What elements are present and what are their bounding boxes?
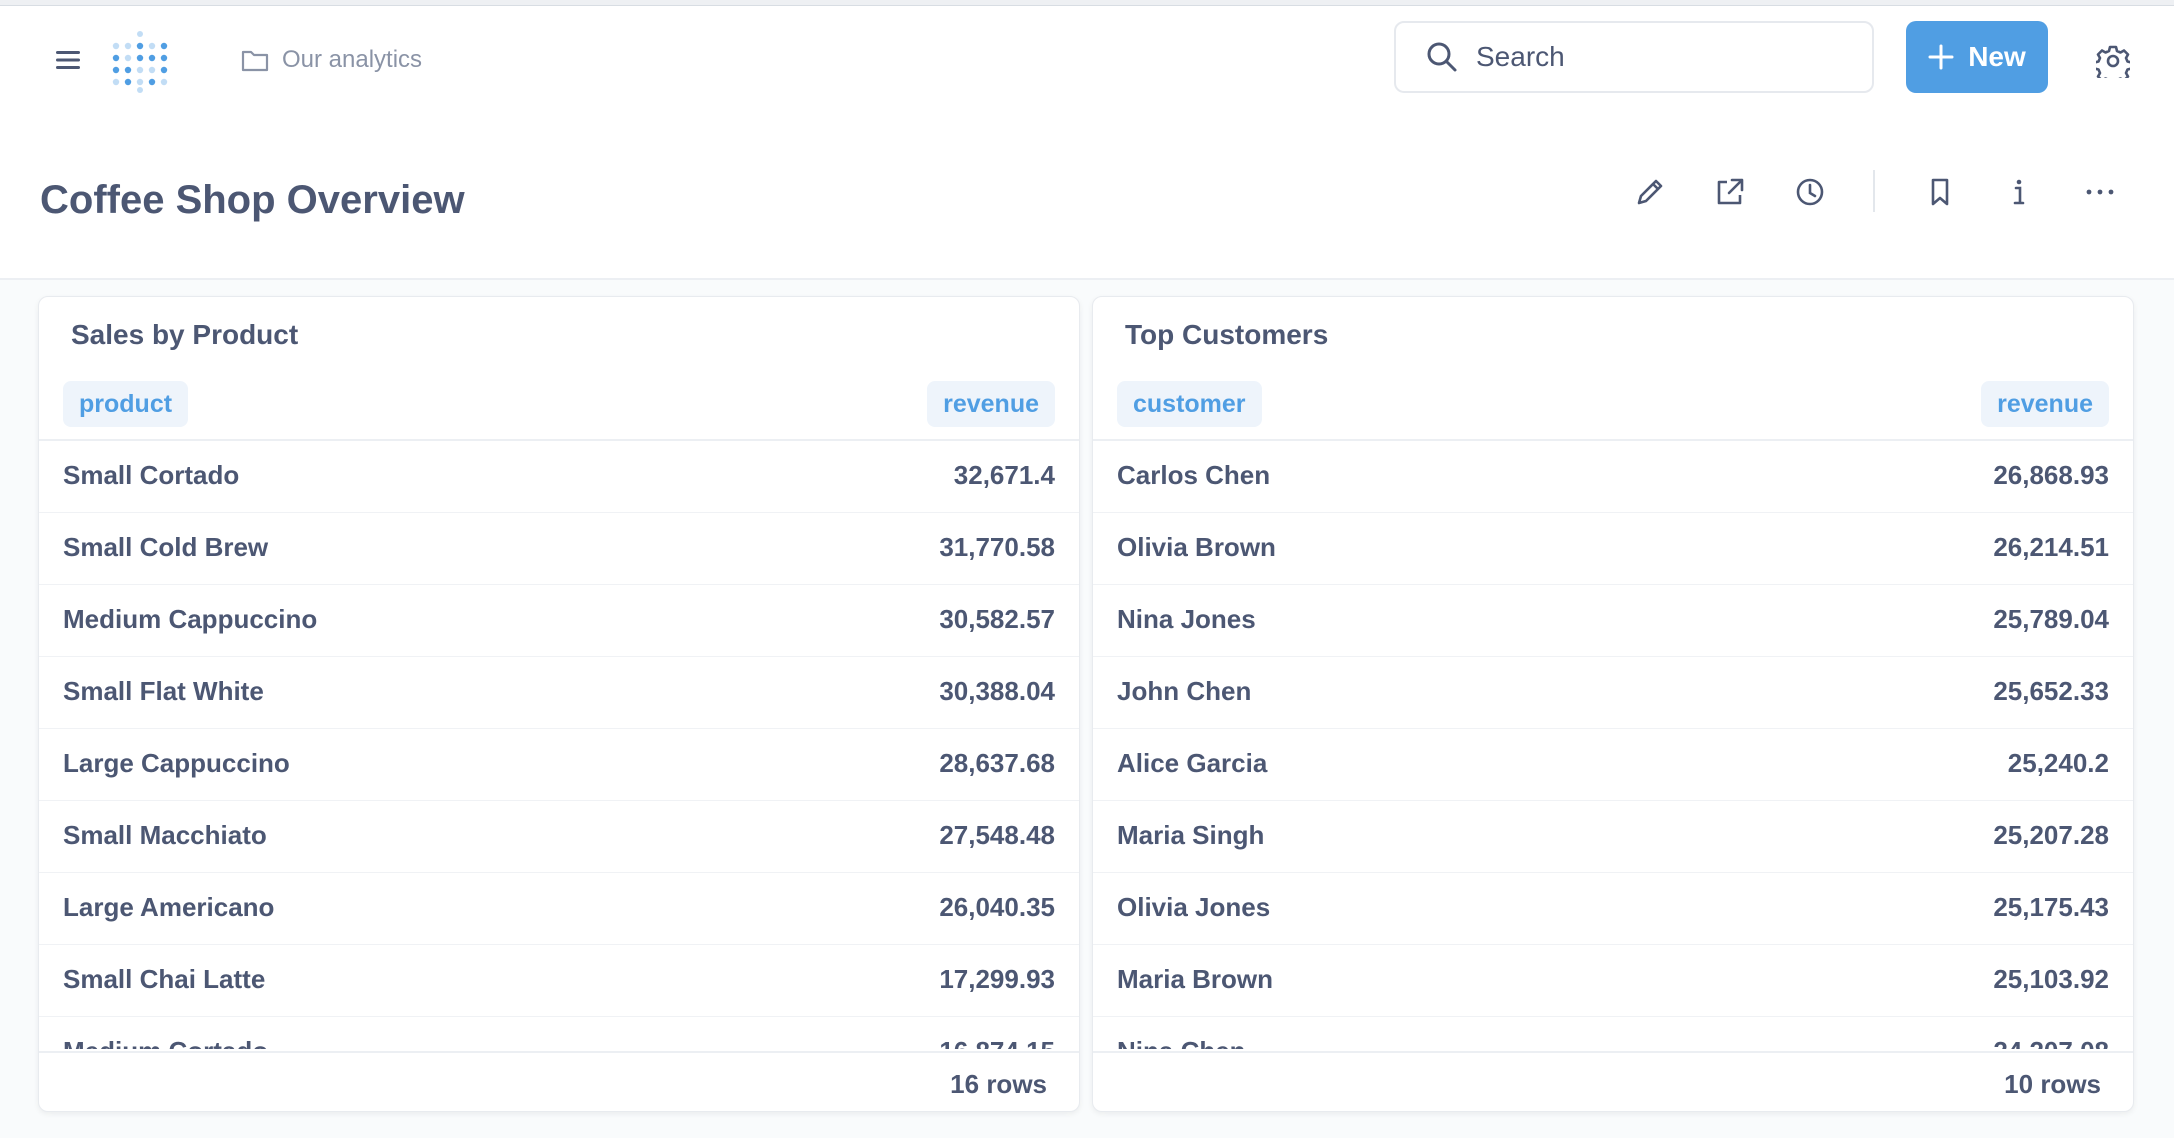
- table-row[interactable]: Small Flat White 30,388.04: [39, 657, 1079, 729]
- row-count: 16 rows: [950, 1069, 1047, 1099]
- new-button-label: New: [1968, 41, 2026, 72]
- cell-revenue: 25,652.33: [1993, 676, 2109, 706]
- cell-revenue: 31,770.58: [939, 532, 1055, 562]
- cell-customer: Carlos Chen: [1117, 460, 1271, 490]
- new-button[interactable]: New: [1906, 21, 2048, 93]
- table-row[interactable]: Large Cappuccino 28,637.68: [39, 729, 1079, 801]
- pencil-icon[interactable]: [1632, 174, 1668, 210]
- table-row[interactable]: Olivia Brown 26,214.51: [1093, 513, 2133, 585]
- cell-product: Large Americano: [63, 892, 275, 922]
- cell-revenue: 25,175.43: [1993, 892, 2109, 922]
- cell-revenue: 24,207.08: [1993, 1036, 2109, 1049]
- info-icon[interactable]: [2001, 174, 2037, 210]
- cell-revenue: 25,789.04: [1993, 604, 2109, 634]
- cell-customer: Alice Garcia: [1117, 748, 1268, 778]
- cell-revenue: 25,240.2: [2007, 748, 2109, 778]
- table-row[interactable]: Small Cold Brew 31,770.58: [39, 513, 1079, 585]
- table-row[interactable]: Small Cortado 32,671.4: [39, 441, 1079, 513]
- column-header-customer[interactable]: customer: [1117, 381, 1262, 427]
- breadcrumb[interactable]: Our analytics: [240, 42, 422, 78]
- card-title: Top Customers: [1125, 319, 1329, 350]
- folder-icon: [241, 50, 269, 72]
- table-row[interactable]: Nina Chen 24,207.08: [1093, 1017, 2133, 1049]
- gear-icon[interactable]: [2096, 44, 2130, 78]
- search-icon: [1427, 42, 1457, 72]
- cell-customer: Olivia Brown: [1117, 532, 1276, 562]
- table-row[interactable]: Maria Singh 25,207.28: [1093, 801, 2133, 873]
- hamburger-menu-icon[interactable]: [54, 46, 82, 74]
- cell-revenue: 30,388.04: [939, 676, 1055, 706]
- cell-revenue: 32,671.4: [953, 460, 1055, 490]
- footer-divider: [1093, 1051, 2133, 1053]
- header-divider: [1873, 170, 1875, 212]
- cell-revenue: 30,582.57: [939, 604, 1055, 634]
- clock-icon[interactable]: [1792, 174, 1828, 210]
- column-header-revenue[interactable]: revenue: [1981, 381, 2109, 427]
- table-row[interactable]: Nina Jones 25,789.04: [1093, 585, 2133, 657]
- footer-divider: [39, 1051, 1079, 1053]
- column-header-revenue[interactable]: revenue: [927, 381, 1055, 427]
- cell-customer: Olivia Jones: [1117, 892, 1271, 922]
- table-row[interactable]: Large Americano 26,040.35: [39, 873, 1079, 945]
- cell-product: Medium Cappuccino: [63, 604, 318, 634]
- cell-revenue: 26,214.51: [1993, 532, 2109, 562]
- table-row[interactable]: Olivia Jones 25,175.43: [1093, 873, 2133, 945]
- search-placeholder: Search: [1476, 41, 1565, 72]
- top-customers-card: Top Customers customer revenue Carlos Ch…: [1092, 296, 2134, 1112]
- cell-product: Large Cappuccino: [63, 748, 290, 778]
- cell-revenue: 28,637.68: [939, 748, 1055, 778]
- cell-product: Small Macchiato: [63, 820, 267, 850]
- cell-revenue: 17,299.93: [939, 964, 1055, 994]
- metabase-logo-icon[interactable]: [110, 28, 170, 94]
- page-title: Coffee Shop Overview: [40, 178, 465, 222]
- cell-customer: Nina Chen: [1117, 1036, 1246, 1049]
- table-row[interactable]: Carlos Chen 26,868.93: [1093, 441, 2133, 513]
- breadcrumb-label: Our analytics: [282, 46, 423, 73]
- cell-revenue: 16,874.15: [939, 1036, 1055, 1049]
- dashboard-header: Coffee Shop Overview: [0, 114, 2174, 280]
- table-row[interactable]: Medium Cortado 16,874.15: [39, 1017, 1079, 1049]
- table-row[interactable]: Medium Cappuccino 30,582.57: [39, 585, 1079, 657]
- cell-product: Small Cortado: [63, 460, 240, 490]
- table-row[interactable]: Alice Garcia 25,240.2: [1093, 729, 2133, 801]
- table-row[interactable]: John Chen 25,652.33: [1093, 657, 2133, 729]
- cell-revenue: 25,207.28: [1993, 820, 2109, 850]
- table-body: Carlos Chen 26,868.93 Olivia Brown 26,214.…: [1093, 441, 2133, 1049]
- cell-customer: Nina Jones: [1117, 604, 1256, 634]
- top-navbar: Our analytics Search New: [0, 6, 2174, 114]
- cell-customer: Maria Singh: [1117, 820, 1265, 850]
- cell-customer: Maria Brown: [1117, 964, 1274, 994]
- table-row[interactable]: Small Macchiato 27,548.48: [39, 801, 1079, 873]
- cell-revenue: 26,868.93: [1993, 460, 2109, 490]
- cell-product: Small Flat White: [63, 676, 264, 706]
- cell-revenue: 27,548.48: [939, 820, 1055, 850]
- cell-revenue: 26,040.35: [939, 892, 1055, 922]
- card-title: Sales by Product: [71, 319, 299, 350]
- cell-revenue: 25,103.92: [1993, 964, 2109, 994]
- row-count: 10 rows: [2004, 1069, 2101, 1099]
- plus-icon: [1928, 44, 1954, 70]
- search-input[interactable]: Search: [1394, 21, 1874, 93]
- table-row[interactable]: Small Chai Latte 17,299.93: [39, 945, 1079, 1017]
- cell-product: Medium Cortado: [63, 1036, 268, 1049]
- more-options-icon[interactable]: [2082, 174, 2118, 210]
- column-header-product[interactable]: product: [63, 381, 189, 427]
- sales-by-product-card: Sales by Product product revenue Small C…: [38, 296, 1080, 1112]
- table-row[interactable]: Maria Brown 25,103.92: [1093, 945, 2133, 1017]
- cell-product: Small Chai Latte: [63, 964, 266, 994]
- cell-product: Small Cold Brew: [63, 532, 269, 562]
- bookmark-icon[interactable]: [1922, 174, 1958, 210]
- table-body: Small Cortado 32,671.4 Small Cold Brew 31,…: [39, 441, 1079, 1049]
- share-icon[interactable]: [1712, 174, 1748, 210]
- cell-customer: John Chen: [1117, 676, 1252, 706]
